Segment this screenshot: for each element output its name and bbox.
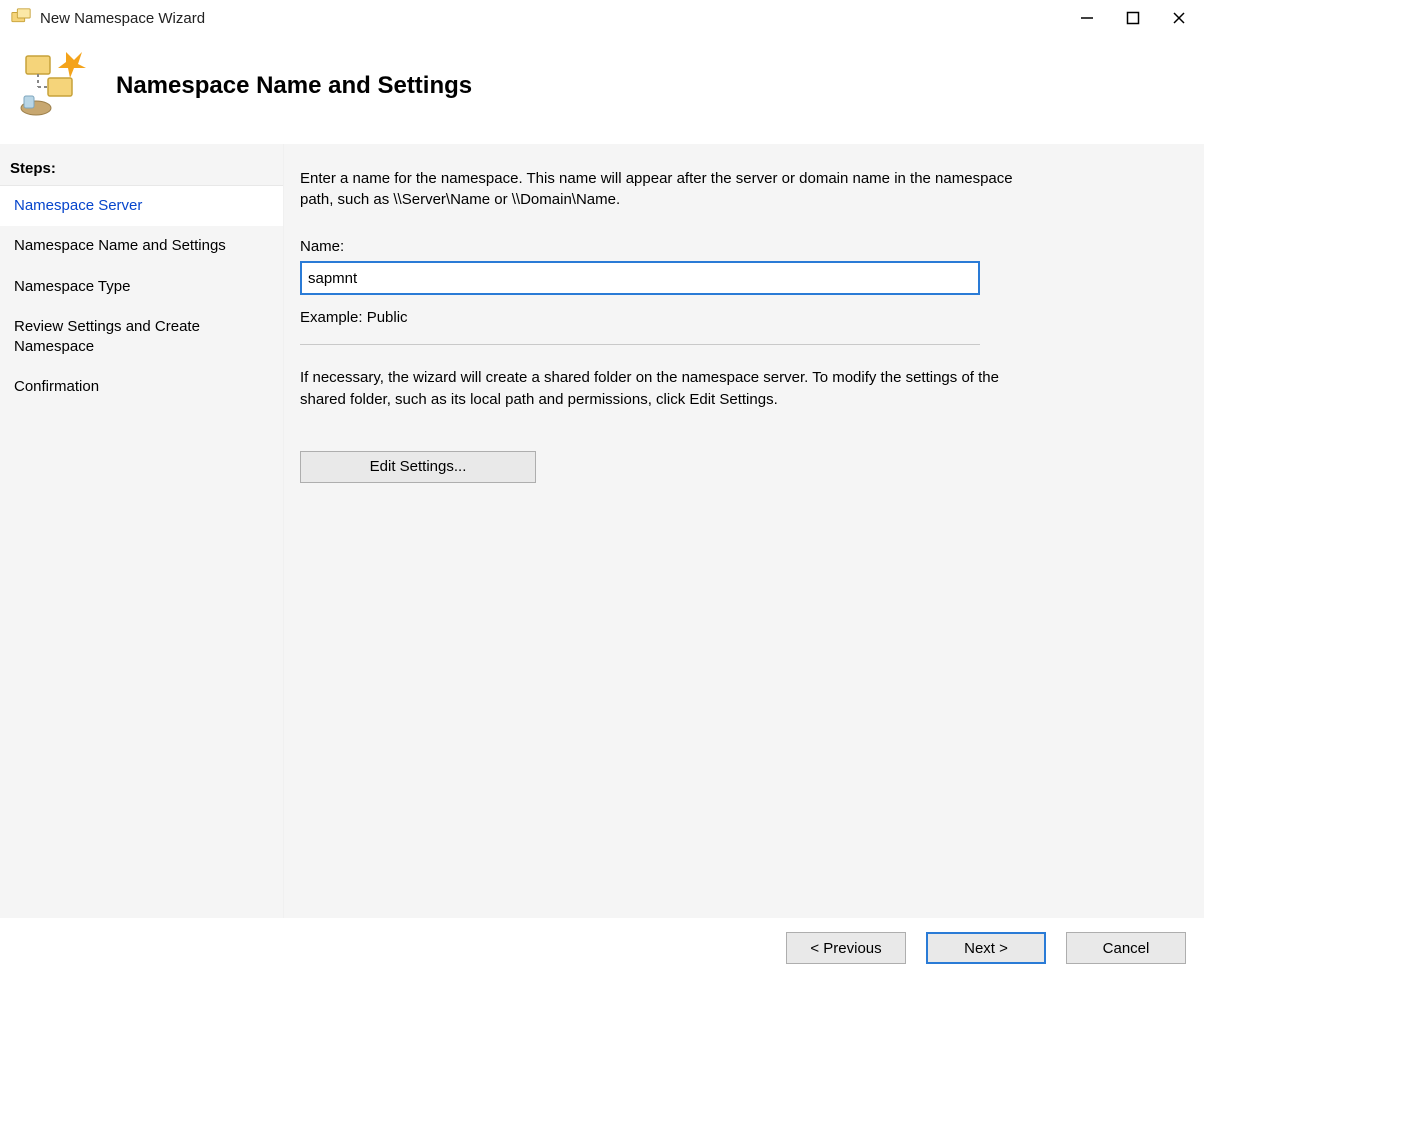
- edit-settings-button[interactable]: Edit Settings...: [300, 451, 536, 483]
- step-namespace-type[interactable]: Namespace Type: [0, 267, 283, 307]
- wizard-body: Steps: Namespace Server Namespace Name a…: [0, 144, 1204, 918]
- cancel-button[interactable]: Cancel: [1066, 932, 1186, 964]
- window-controls: [1064, 2, 1202, 34]
- description-text: Enter a name for the namespace. This nam…: [300, 168, 1020, 210]
- wizard-header: Namespace Name and Settings: [0, 36, 1204, 144]
- namespace-icon: [18, 50, 90, 122]
- wizard-window: New Namespace Wizard Na: [0, 0, 1204, 980]
- maximize-button[interactable]: [1110, 2, 1156, 34]
- page-title: Namespace Name and Settings: [116, 72, 472, 100]
- content-panel: Enter a name for the namespace. This nam…: [284, 144, 1204, 918]
- step-namespace-server[interactable]: Namespace Server: [0, 186, 283, 226]
- example-label: Example: Public: [300, 309, 1174, 326]
- close-button[interactable]: [1156, 2, 1202, 34]
- step-label: Namespace Server: [14, 197, 142, 214]
- step-label: Namespace Name and Settings: [14, 237, 226, 254]
- namespace-name-input[interactable]: [300, 261, 980, 295]
- steps-sidebar: Steps: Namespace Server Namespace Name a…: [0, 144, 284, 918]
- step-confirmation[interactable]: Confirmation: [0, 367, 283, 407]
- step-namespace-name-settings[interactable]: Namespace Name and Settings: [0, 226, 283, 266]
- step-label: Confirmation: [14, 378, 99, 395]
- step-review-create[interactable]: Review Settings and Create Namespace: [0, 307, 283, 368]
- titlebar: New Namespace Wizard: [0, 0, 1204, 36]
- previous-button[interactable]: < Previous: [786, 932, 906, 964]
- step-label: Namespace Type: [14, 278, 130, 295]
- note-text: If necessary, the wizard will create a s…: [300, 367, 1000, 411]
- minimize-button[interactable]: [1064, 2, 1110, 34]
- next-button[interactable]: Next >: [926, 932, 1046, 964]
- name-label: Name:: [300, 238, 1174, 255]
- window-title: New Namespace Wizard: [40, 10, 1064, 27]
- wizard-footer: < Previous Next > Cancel: [0, 918, 1204, 980]
- step-label: Review Settings and Create Namespace: [14, 318, 200, 355]
- wizard-icon: [10, 7, 32, 29]
- separator: [300, 344, 980, 345]
- steps-header: Steps:: [0, 152, 283, 186]
